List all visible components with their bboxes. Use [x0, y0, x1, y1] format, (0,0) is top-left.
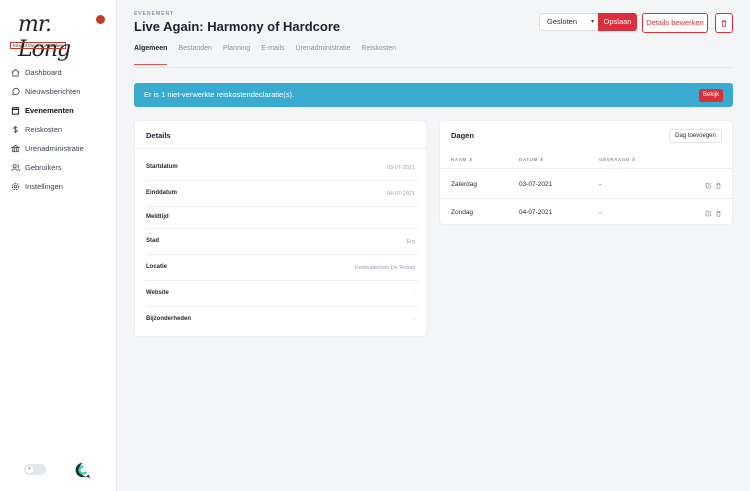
- detail-value-bijzonderheden: -: [413, 317, 415, 323]
- sidebar-item-dashboard[interactable]: Dashboard: [0, 63, 116, 82]
- sidebar-item-nieuwsberichten[interactable]: Nieuwsberichten: [0, 82, 116, 101]
- tab-divider: [134, 67, 733, 68]
- days-title: Dagen: [451, 131, 474, 140]
- detail-label-einddatum: Einddatum: [146, 190, 177, 196]
- page-eyebrow: EVENEMENT: [134, 11, 175, 17]
- gear-icon: [11, 182, 20, 191]
- bank-icon: [11, 144, 20, 153]
- sidebar: mr. Long King of the disco Goldies Dashb…: [0, 0, 117, 491]
- brand-logo[interactable]: mr. Long King of the disco Goldies: [10, 12, 106, 62]
- status-select-value: Gesloten: [547, 17, 578, 26]
- divider: [146, 180, 418, 181]
- tab-urenadministratie[interactable]: Urenadministratie: [296, 45, 351, 65]
- sidebar-item-label: Urenadministratie: [25, 144, 84, 153]
- trash-icon[interactable]: [715, 210, 722, 217]
- sidebar-item-urenadministratie[interactable]: Urenadministratie: [0, 139, 116, 158]
- divider: [146, 206, 418, 207]
- sidebar-item-label: Reiskosten: [25, 125, 63, 134]
- alert-view-button[interactable]: Bekijk: [699, 89, 723, 102]
- day-row-date: 03-07-2021: [519, 181, 553, 188]
- alert-text: Er is 1 niet-verwerkte reiskostendeclara…: [144, 90, 295, 99]
- sidebar-item-instellingen[interactable]: Instellingen: [0, 177, 116, 196]
- sun-icon: ☀: [26, 466, 33, 473]
- sidebar-item-label: Dashboard: [25, 68, 62, 77]
- add-day-button[interactable]: Dag toevoegen: [669, 129, 722, 143]
- divider: [146, 254, 418, 255]
- divider: [146, 228, 418, 229]
- detail-label-stad: Stad: [146, 238, 160, 244]
- divider: [135, 148, 426, 149]
- main-content: EVENEMENT Live Again: Harmony of Hardcor…: [117, 0, 750, 491]
- divider: [146, 306, 418, 307]
- logo-badge-icon: [96, 15, 105, 24]
- logo-script: mr. Long: [18, 12, 71, 62]
- sidebar-item-reiskosten[interactable]: Reiskosten: [0, 120, 116, 139]
- details-card: Details Startdatum 03-07-2021 Einddatum …: [134, 120, 427, 337]
- column-header-naam[interactable]: NAAM ⇕: [451, 157, 473, 163]
- sidebar-item-label: Nieuwsberichten: [25, 87, 81, 96]
- column-header-datum[interactable]: DATUM ⇕: [519, 157, 544, 163]
- detail-label-bijzonderheden: Bijzonderheden: [146, 316, 192, 322]
- divider: [440, 198, 732, 199]
- sidebar-item-label: Gebruikers: [25, 163, 62, 172]
- detail-label-meldtijd: Meldtijd: [146, 214, 169, 220]
- status-select[interactable]: Gesloten ▾: [539, 13, 599, 31]
- tab-planning[interactable]: Planning: [223, 45, 250, 65]
- sidebar-item-gebruikers[interactable]: Gebruikers: [0, 158, 116, 177]
- sidebar-nav: Dashboard Nieuwsberichten Evenementen Re…: [0, 63, 116, 196]
- logo-tagline: King of the disco Goldies: [10, 42, 66, 49]
- chevron-down-icon: ▾: [590, 19, 594, 25]
- detail-value-stad: Erp: [406, 239, 415, 245]
- dollar-icon: [11, 125, 20, 134]
- detail-value-locatie: Festivalterrein De Rosiet: [354, 265, 415, 271]
- edit-details-button[interactable]: Details bewerken: [642, 13, 708, 33]
- tab-e-mails[interactable]: E-mails: [261, 45, 284, 65]
- sidebar-item-evenementen[interactable]: Evenementen: [0, 101, 116, 120]
- detail-value-einddatum: 04-07-2021: [386, 191, 415, 197]
- calendar-icon: [11, 106, 20, 115]
- delete-button[interactable]: [715, 13, 733, 33]
- detail-label-locatie: Locatie: [146, 264, 168, 270]
- column-header-gevraagd[interactable]: GEVRAAGD ⇕: [599, 157, 636, 163]
- users-icon: [11, 163, 20, 172]
- day-row-date: 04-07-2021: [519, 209, 553, 216]
- tab-bar: Algemeen Bestanden Planning E-mails Uren…: [134, 45, 407, 65]
- divider: [146, 280, 418, 281]
- day-row-requested: -: [599, 181, 602, 188]
- detail-label-startdatum: Startdatum: [146, 164, 178, 170]
- edit-icon[interactable]: [705, 210, 712, 217]
- days-card: Dagen Dag toevoegen NAAM ⇕ DATUM ⇕ GEVRA…: [439, 120, 733, 225]
- brand-mark-icon: [74, 461, 92, 479]
- divider: [440, 168, 732, 169]
- detail-value-website: -: [413, 291, 415, 297]
- theme-toggle[interactable]: ☀: [24, 464, 46, 475]
- day-row-name: Zaterdag: [451, 181, 478, 188]
- trash-icon[interactable]: [715, 182, 722, 189]
- sidebar-item-label: Evenementen: [25, 106, 74, 115]
- chat-bubble-icon: [11, 87, 20, 96]
- day-row-name: Zondag: [451, 209, 474, 216]
- save-button[interactable]: Opslaan: [598, 13, 637, 31]
- edit-icon[interactable]: [705, 182, 712, 189]
- detail-label-website: Website: [146, 290, 169, 296]
- home-icon: [11, 68, 20, 77]
- tab-algemeen[interactable]: Algemeen: [134, 45, 168, 65]
- day-row-requested: -: [599, 209, 602, 216]
- trash-icon: [721, 20, 727, 27]
- tab-reiskosten[interactable]: Reiskosten: [361, 45, 396, 65]
- tab-bestanden[interactable]: Bestanden: [178, 45, 211, 65]
- details-title: Details: [146, 131, 171, 140]
- page-title: Live Again: Harmony of Hardcore: [134, 19, 341, 34]
- info-alert: Er is 1 niet-verwerkte reiskostendeclara…: [134, 83, 733, 107]
- detail-value-startdatum: 03-07-2021: [386, 165, 415, 171]
- sidebar-item-label: Instellingen: [25, 182, 63, 191]
